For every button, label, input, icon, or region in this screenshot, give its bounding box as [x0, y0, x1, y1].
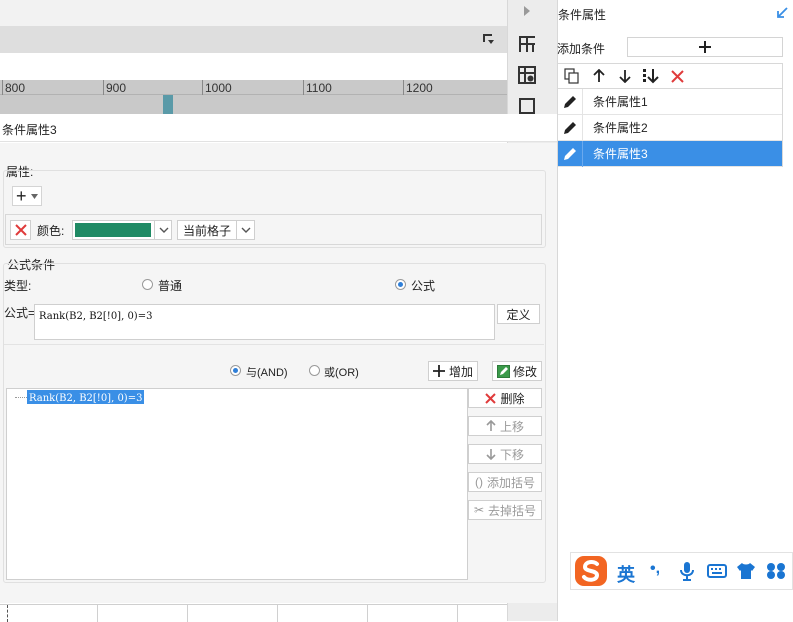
add-condition-label: 添加条件	[557, 42, 606, 56]
add-property-button[interactable]: +	[12, 186, 42, 206]
ime-language[interactable]: 英	[617, 561, 635, 587]
condition-list-item[interactable]: 条件属性1	[558, 88, 782, 115]
delete-condition-icon[interactable]	[668, 67, 686, 85]
ruler-tick-label: 1000	[205, 81, 232, 95]
dialog-title-bar: 条件属性3	[0, 114, 557, 142]
sogou-logo-icon[interactable]	[574, 555, 608, 587]
table-grid-icon[interactable]	[517, 34, 537, 54]
skin-shirt-icon[interactable]	[736, 562, 756, 580]
pen-icon	[558, 88, 583, 115]
plus-icon	[699, 41, 711, 53]
arrow-down-icon	[486, 449, 496, 460]
top-strip	[0, 0, 507, 26]
chevron-down-icon	[159, 227, 169, 233]
formula-input[interactable]: Rank(B2, B2[!0], 0)=3	[34, 304, 495, 340]
add-bracket-button[interactable]: () 添加括号	[468, 472, 542, 492]
plus-icon	[432, 365, 445, 377]
remove-property-button[interactable]	[10, 220, 31, 240]
edit-icon	[496, 364, 510, 378]
define-button[interactable]: 定义	[497, 304, 540, 324]
scope-value: 当前格子	[183, 223, 232, 238]
sheet-strip	[0, 604, 507, 622]
border-icon[interactable]	[517, 96, 537, 116]
remove-bracket-button[interactable]: ✂ 去掉括号	[468, 500, 542, 520]
remove-bracket-icon: ✂	[473, 503, 485, 517]
type-label: 类型:	[4, 279, 32, 293]
close-icon	[485, 392, 497, 404]
cell-settings-icon[interactable]	[517, 65, 537, 85]
plus-icon: +	[16, 186, 27, 206]
arrow-down-icon[interactable]	[616, 67, 634, 85]
type-normal-radio[interactable]	[142, 279, 153, 290]
collapse-panel-icon[interactable]	[775, 6, 789, 20]
dialog-title: 条件属性3	[2, 123, 57, 137]
color-swatch	[75, 223, 151, 237]
type-normal-label: 普通	[158, 279, 183, 293]
type-formula-radio[interactable]	[395, 279, 406, 290]
right-panel-title: 条件属性	[558, 8, 607, 22]
type-formula-label: 公式	[411, 279, 436, 293]
ruler-tick-label: 1100	[306, 81, 332, 95]
move-down-button[interactable]: 下移	[468, 444, 542, 464]
close-icon	[14, 224, 27, 236]
add-condition-button[interactable]	[627, 37, 783, 57]
and-radio[interactable]	[230, 365, 241, 376]
ruler-tick-label: 1200	[406, 81, 433, 95]
pen-icon	[558, 140, 583, 167]
copy-icon[interactable]	[563, 67, 581, 85]
color-label: 颜色:	[37, 224, 65, 238]
white-gap	[0, 53, 507, 80]
condition-list-border	[557, 89, 558, 167]
or-radio[interactable]	[309, 365, 320, 376]
toolbox-icon[interactable]	[766, 562, 786, 580]
and-label: 与(AND)	[246, 367, 288, 379]
condition-tree-line	[15, 397, 27, 398]
ime-punctuation[interactable]: •,	[650, 560, 660, 578]
ruler: 800 900 1000 1100 1200	[0, 80, 507, 114]
condition-list-item[interactable]: 条件属性2	[558, 114, 782, 141]
condition-list[interactable]: Rank(B2, B2[!0], 0)=3	[6, 388, 468, 580]
condition-item[interactable]: Rank(B2, B2[!0], 0)=3	[27, 390, 145, 404]
pen-icon	[558, 114, 583, 141]
condition-list-item-selected[interactable]: 条件属性3	[558, 140, 782, 167]
bracket-icon: ()	[474, 475, 483, 489]
modify-button[interactable]: 修改	[492, 361, 542, 381]
ruler-tick-label: 900	[106, 81, 127, 95]
formula-label: 公式=	[4, 306, 36, 320]
keyboard-icon[interactable]	[707, 563, 727, 579]
chevron-down-icon	[30, 193, 38, 199]
toolbar-band	[0, 26, 507, 53]
condition-list-border	[782, 89, 783, 167]
color-picker[interactable]	[72, 220, 172, 240]
move-bottom-icon[interactable]	[642, 67, 660, 85]
scope-select[interactable]: 当前格子	[177, 220, 255, 240]
ruler-tick-label: 800	[5, 81, 26, 95]
toolbar-dropdown-icon[interactable]	[482, 32, 496, 46]
move-up-button[interactable]: 上移	[468, 416, 542, 436]
ruler-marker[interactable]	[163, 95, 173, 114]
add-button[interactable]: 增加	[428, 361, 478, 381]
expand-arrow-icon[interactable]	[520, 4, 534, 18]
arrow-up-icon	[486, 420, 496, 431]
or-label: 或(OR)	[324, 367, 359, 379]
formula-text: Rank(B2, B2[!0], 0)=3	[39, 311, 153, 322]
delete-button[interactable]: 删除	[468, 388, 542, 408]
arrow-up-icon[interactable]	[590, 67, 608, 85]
chevron-down-icon	[241, 227, 251, 233]
divider	[4, 344, 544, 345]
microphone-icon[interactable]	[678, 561, 696, 581]
